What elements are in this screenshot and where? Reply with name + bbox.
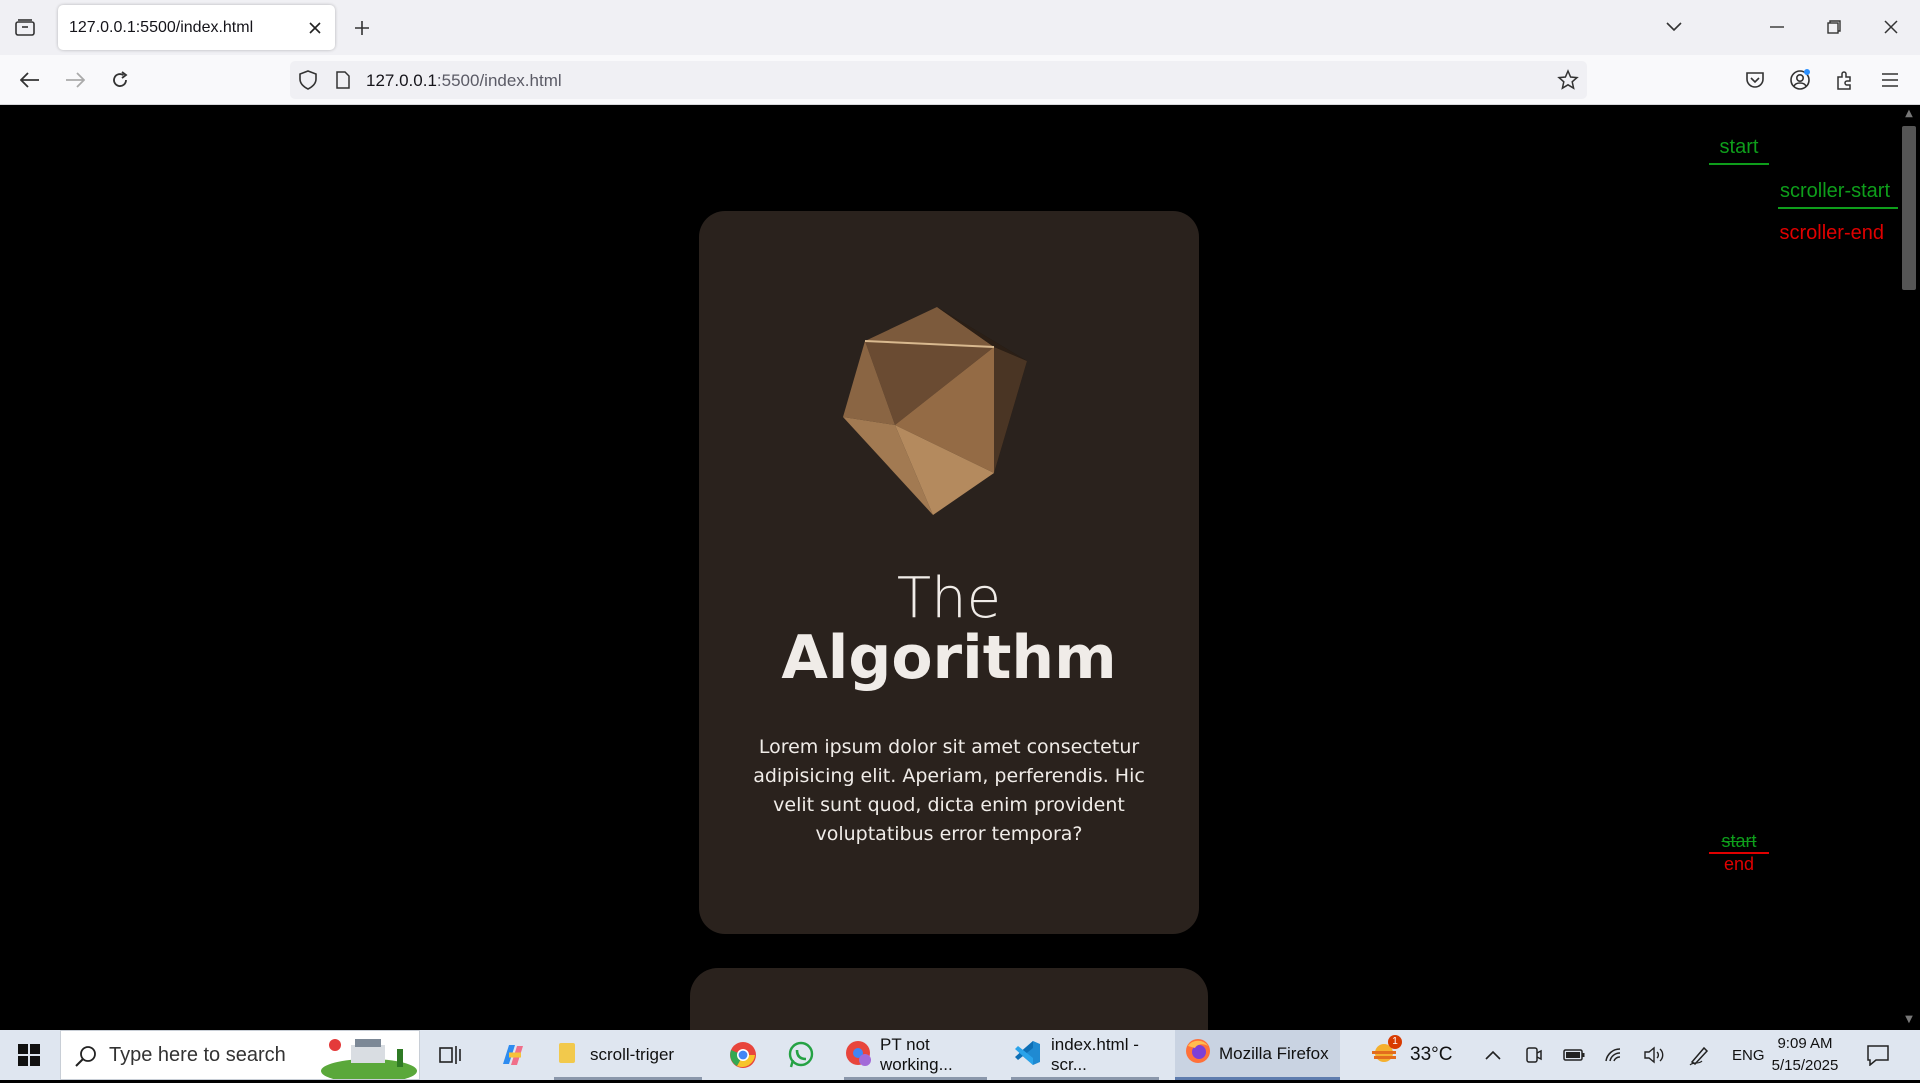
scroller-end-marker: scroller-end: [1779, 222, 1884, 244]
taskbar-file-explorer[interactable]: scroll-triger: [548, 1030, 708, 1080]
close-icon[interactable]: [303, 16, 327, 40]
card-title-light: The: [896, 566, 1002, 631]
forward-arrow-icon[interactable]: [60, 65, 90, 95]
extensions-icon[interactable]: [1830, 65, 1860, 95]
show-hidden-icons-icon[interactable]: [1485, 1030, 1501, 1080]
new-tab-button[interactable]: [348, 14, 376, 42]
weather-icon: 1: [1370, 1034, 1402, 1072]
battery-icon[interactable]: [1563, 1030, 1585, 1080]
firefox-icon: [1185, 1038, 1211, 1069]
next-card: [690, 968, 1208, 1030]
meet-now-icon[interactable]: [1525, 1030, 1543, 1080]
scroll-thumb[interactable]: [1902, 126, 1916, 290]
volume-icon[interactable]: [1643, 1030, 1665, 1080]
reload-icon[interactable]: [105, 65, 135, 95]
taskbar-item-label: PT not working...: [880, 1035, 953, 1074]
scroller-start-marker: scroller-start: [1778, 180, 1898, 209]
search-placeholder: Type here to search: [109, 1044, 286, 1066]
browser-tab[interactable]: 127.0.0.1:5500/index.html: [58, 5, 335, 50]
shield-icon[interactable]: [298, 70, 318, 94]
address-bar[interactable]: 127.0.0.1:5500/index.html: [290, 61, 1587, 99]
end-marker-bottom: end: [1709, 852, 1769, 875]
whatsapp-icon[interactable]: [780, 1030, 822, 1080]
scroll-down-icon[interactable]: ▼: [1903, 1014, 1915, 1026]
taskbar-firefox[interactable]: Mozilla Firefox: [1175, 1030, 1340, 1080]
scroll-up-icon[interactable]: ▲: [1903, 108, 1915, 120]
restore-icon[interactable]: [1819, 12, 1849, 42]
algorithm-card: The Algorithm Lorem ipsum dolor sit amet…: [699, 211, 1199, 934]
taskbar-item-label: Mozilla Firefox: [1219, 1043, 1329, 1063]
task-view-icon[interactable]: [430, 1030, 470, 1080]
url-text: 127.0.0.1:5500/index.html: [366, 71, 562, 90]
window-close-icon[interactable]: [1876, 12, 1906, 42]
tab-title: 127.0.0.1:5500/index.html: [69, 19, 254, 36]
clock-date: 5/15/2025: [1771, 1057, 1839, 1074]
back-arrow-icon[interactable]: [15, 65, 45, 95]
page-viewport: The Algorithm Lorem ipsum dolor sit amet…: [0, 106, 1898, 1030]
navigation-bar: 127.0.0.1:5500/index.html: [0, 55, 1920, 105]
firefox-view-icon[interactable]: [10, 14, 40, 42]
weather-widget[interactable]: 1 33°C: [1370, 1030, 1452, 1080]
account-icon[interactable]: [1785, 65, 1815, 95]
pen-icon[interactable]: [1688, 1030, 1710, 1080]
windows-start-icon[interactable]: [0, 1030, 58, 1080]
copilot-icon[interactable]: [490, 1030, 535, 1080]
vscode-icon: [1013, 1039, 1041, 1072]
tab-bar: 127.0.0.1:5500/index.html: [0, 0, 1920, 55]
start-marker: start: [1709, 136, 1769, 165]
page-icon[interactable]: [335, 71, 351, 93]
pocket-icon[interactable]: [1740, 65, 1770, 95]
start-marker-bottom: start: [1721, 831, 1757, 851]
wifi-icon[interactable]: [1604, 1030, 1624, 1080]
chrome-profile-icon: [844, 1039, 872, 1072]
taskbar-item-label: index.html - scr...: [1051, 1035, 1139, 1074]
weather-badge: 1: [1388, 1034, 1402, 1049]
minimize-icon[interactable]: [1762, 12, 1792, 42]
notifications-icon[interactable]: [1866, 1030, 1890, 1080]
taskbar-item-label: scroll-triger: [590, 1045, 675, 1064]
chrome-icon[interactable]: [722, 1030, 764, 1080]
icosahedron-image: [839, 301, 1059, 521]
taskbar-chrome-window[interactable]: PT not working...: [838, 1030, 993, 1080]
clock[interactable]: 9:09 AM 5/15/2025: [1760, 1033, 1850, 1077]
clock-time: 9:09 AM: [1777, 1035, 1833, 1052]
folder-icon: [558, 1041, 578, 1070]
search-highlight-image: [321, 1035, 417, 1083]
menu-icon[interactable]: [1875, 65, 1905, 95]
weather-temperature: 33°C: [1410, 1044, 1453, 1065]
page-scrollbar[interactable]: ▲ ▼: [1898, 106, 1920, 1030]
card-title-bold: Algorithm: [781, 623, 1117, 693]
list-all-tabs-icon[interactable]: [1659, 12, 1689, 42]
taskbar: Type here to search scroll-triger PT not…: [0, 1030, 1920, 1083]
taskbar-vscode[interactable]: index.html - scr...: [1005, 1030, 1165, 1080]
taskbar-search[interactable]: Type here to search: [60, 1030, 420, 1083]
bookmark-star-icon[interactable]: [1557, 69, 1579, 95]
search-icon: [75, 1045, 97, 1071]
card-body-text: Lorem ipsum dolor sit amet consectetur a…: [753, 736, 1145, 845]
